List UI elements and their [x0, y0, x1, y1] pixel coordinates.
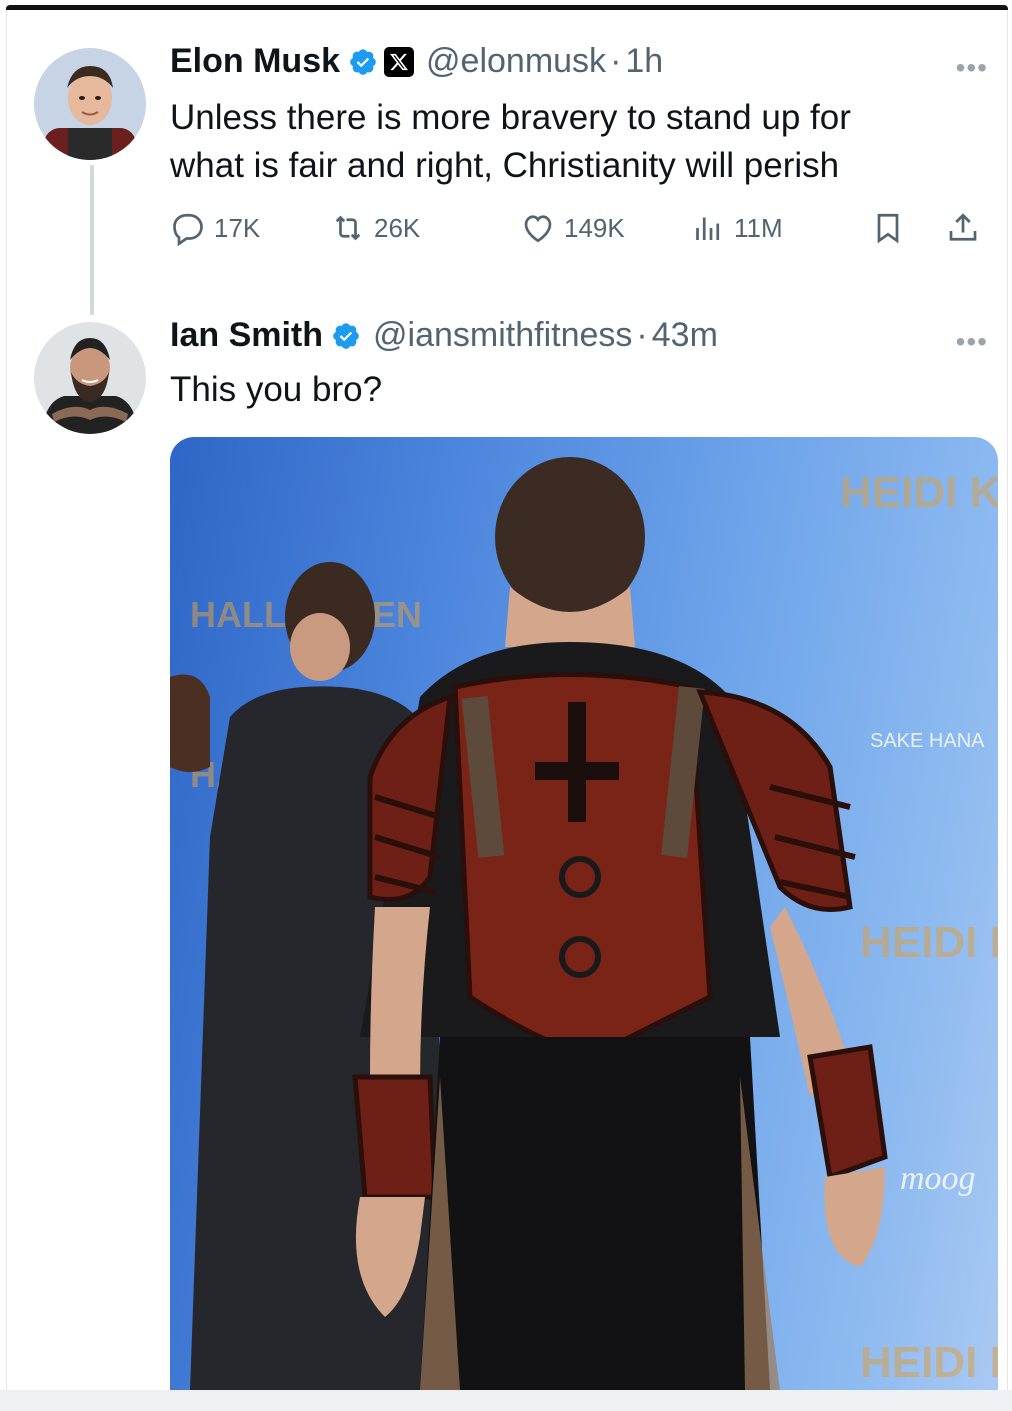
avatar-ian[interactable]: [34, 322, 146, 434]
tweet-text-line: This you bro?: [170, 370, 383, 409]
separator-dot: ·: [636, 316, 648, 354]
backdrop-logo-text: HEIDI KLUM: [860, 918, 998, 967]
like-count: 149K: [564, 212, 625, 243]
bookmark-button[interactable]: [870, 210, 914, 246]
more-options-icon[interactable]: •••: [956, 326, 988, 358]
heart-icon: [524, 215, 552, 243]
reply-count: 17K: [214, 212, 261, 243]
repost-button[interactable]: 26K: [330, 210, 420, 246]
repost-icon: [335, 215, 361, 241]
views-button[interactable]: 11M: [690, 210, 783, 246]
separator-dot: ·: [610, 42, 622, 80]
verified-badge-icon: [350, 48, 376, 75]
author-handle[interactable]: @elonmusk: [426, 42, 606, 81]
bottom-strip: [0, 1390, 1012, 1411]
tweet-text: This you bro?: [170, 366, 970, 414]
verified-badge-icon: [333, 322, 359, 349]
view-count: 11M: [734, 212, 783, 243]
repost-count: 26K: [374, 212, 421, 243]
bookmark-icon: [877, 213, 899, 244]
tweet-text-line: what is fair and right, Christianity wil…: [170, 146, 840, 185]
tweet-text-line: Unless there is more bravery to stand up…: [170, 98, 851, 137]
author-handle[interactable]: @iansmithfitness: [373, 316, 632, 355]
x-logo-icon: [384, 46, 415, 77]
tweet-timestamp[interactable]: 1h: [625, 42, 663, 81]
analytics-icon: [696, 217, 720, 240]
tweet-timestamp[interactable]: 43m: [652, 316, 718, 355]
like-button[interactable]: 149K: [520, 210, 625, 246]
tweet-header-ian: Ian Smith @iansmithfitness · 43m: [170, 316, 718, 355]
tweet-actions-bar: 17K 26K 149K 11M: [170, 210, 1000, 260]
reply-button[interactable]: 17K: [170, 210, 260, 246]
backdrop-logo-text: HEIDI KLUM: [840, 468, 998, 517]
reply-icon: [173, 213, 203, 246]
tweet-header-elon: Elon Musk @elonmusk · 1h: [170, 42, 663, 81]
share-button[interactable]: [945, 210, 989, 246]
tweet-media-photo[interactable]: HEIDI KLUM HEIDI KLUM HEIDI KLUM HALLOWE…: [170, 437, 998, 1390]
thread-connector-line: [90, 165, 94, 315]
tweet-text: Unless there is more bravery to stand up…: [170, 94, 970, 190]
media-watermark: SAKE HANA: [870, 730, 985, 752]
media-signature: moog: [900, 1160, 976, 1197]
share-icon: [949, 213, 977, 241]
backdrop-logo-text: HEIDI KLUM: [860, 1338, 998, 1387]
avatar-elon[interactable]: [34, 48, 146, 160]
author-name[interactable]: Elon Musk: [170, 42, 340, 81]
author-name[interactable]: Ian Smith: [170, 316, 323, 355]
more-options-icon[interactable]: •••: [956, 52, 988, 84]
